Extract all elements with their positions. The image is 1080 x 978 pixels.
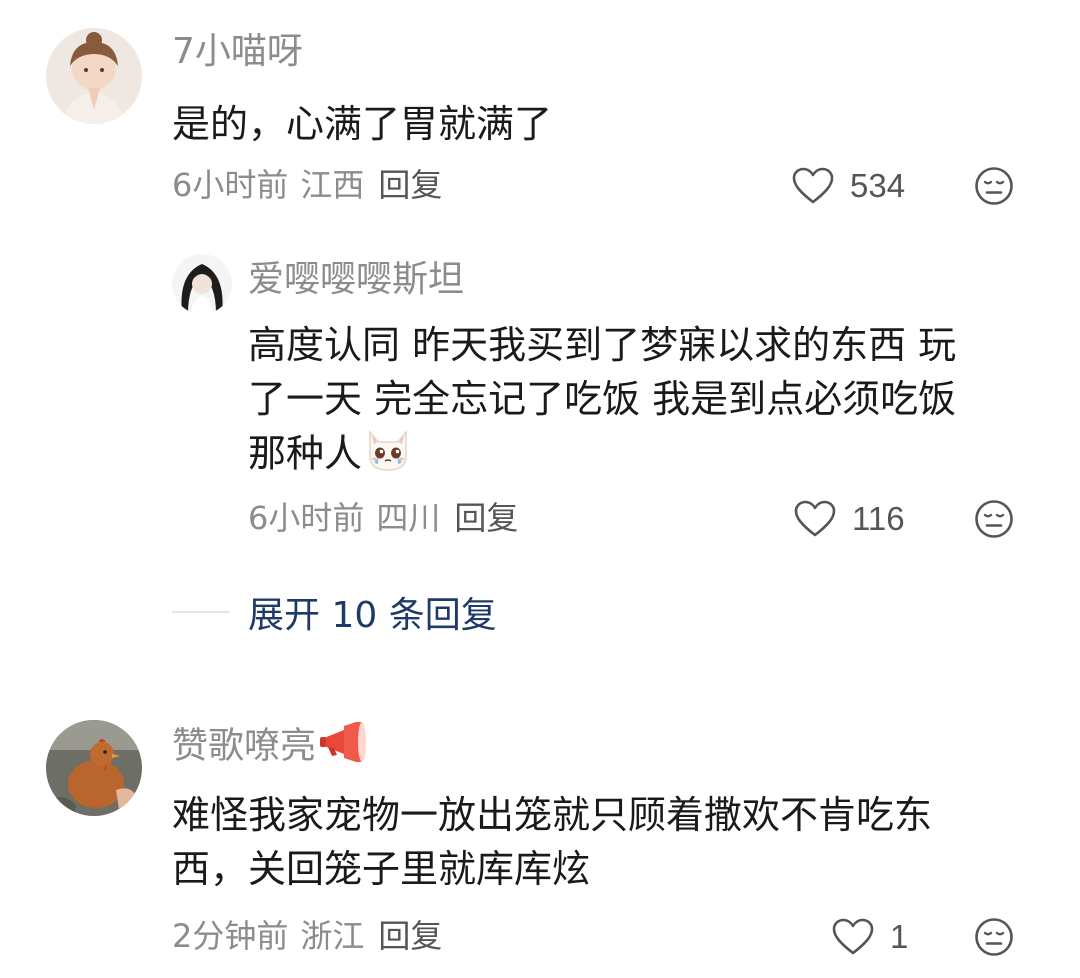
dislike-button[interactable]: [974, 166, 1014, 210]
timestamp: 6小时前: [248, 499, 365, 537]
expand-replies-button[interactable]: 展开 10 条回复: [172, 588, 497, 636]
username[interactable]: 爱嘤嘤嘤斯坦: [248, 258, 464, 302]
divider-line: [172, 611, 230, 613]
comment-text: 难怪我家宠物一放出笼就只顾着撒欢不肯吃东 西，关回笼子里就库库炫: [172, 788, 932, 896]
comment-text: 高度认同 昨天我买到了梦寐以求的东西 玩 了一天 完全忘记了吃饭 我是到点必须吃…: [248, 318, 956, 486]
comment-meta: 6小时前 江西 回复: [172, 165, 442, 205]
heart-icon: [794, 500, 836, 537]
reply-button[interactable]: 回复: [378, 165, 442, 205]
location: 江西: [300, 166, 365, 204]
like-button[interactable]: 116: [794, 497, 905, 541]
like-count: 116: [852, 500, 905, 537]
comment-line: 西，关回笼子里就库库炫: [172, 847, 591, 891]
reply-button[interactable]: 回复: [454, 498, 518, 538]
like-count: 534: [850, 167, 906, 204]
dislike-button[interactable]: [974, 499, 1014, 543]
heart-icon: [832, 918, 874, 955]
username[interactable]: 7小喵呀: [172, 30, 303, 74]
reply-button[interactable]: 回复: [378, 916, 442, 956]
timestamp: 6小时前: [172, 166, 289, 204]
user-avatar[interactable]: [46, 720, 142, 816]
comment-line-last: 那种人: [248, 426, 956, 486]
like-button[interactable]: 534: [792, 164, 905, 208]
meh-face-icon: [975, 500, 1013, 538]
comment-meta: 6小时前 四川 回复: [248, 498, 518, 538]
user-avatar[interactable]: [46, 28, 142, 124]
timestamp: 2分钟前: [172, 917, 289, 955]
like-button[interactable]: 1: [832, 915, 908, 959]
dislike-button[interactable]: [974, 917, 1014, 961]
comment-line: 难怪我家宠物一放出笼就只顾着撒欢不肯吃东: [172, 793, 933, 837]
comment-line: 了一天 完全忘记了吃饭 我是到点必须吃饭: [248, 377, 957, 421]
megaphone-emoji: [318, 720, 368, 773]
comment-text: 是的，心满了胃就满了: [172, 102, 553, 146]
location: 浙江: [300, 917, 365, 955]
username-text: 赞歌嘹亮: [172, 725, 317, 767]
like-count: 1: [890, 918, 909, 955]
meh-face-icon: [975, 167, 1013, 205]
crying-cat-emoji: [364, 426, 412, 486]
heart-icon: [792, 167, 834, 204]
username[interactable]: 赞歌嘹亮: [172, 720, 368, 773]
comment-line: 高度认同 昨天我买到了梦寐以求的东西 玩: [248, 323, 957, 367]
location: 四川: [376, 499, 441, 537]
user-avatar[interactable]: [172, 254, 232, 314]
expand-replies-label[interactable]: 展开 10 条回复: [248, 586, 497, 638]
comment-meta: 2分钟前 浙江 回复: [172, 916, 442, 956]
comment-line: 那种人: [248, 431, 363, 476]
meh-face-icon: [975, 918, 1013, 956]
